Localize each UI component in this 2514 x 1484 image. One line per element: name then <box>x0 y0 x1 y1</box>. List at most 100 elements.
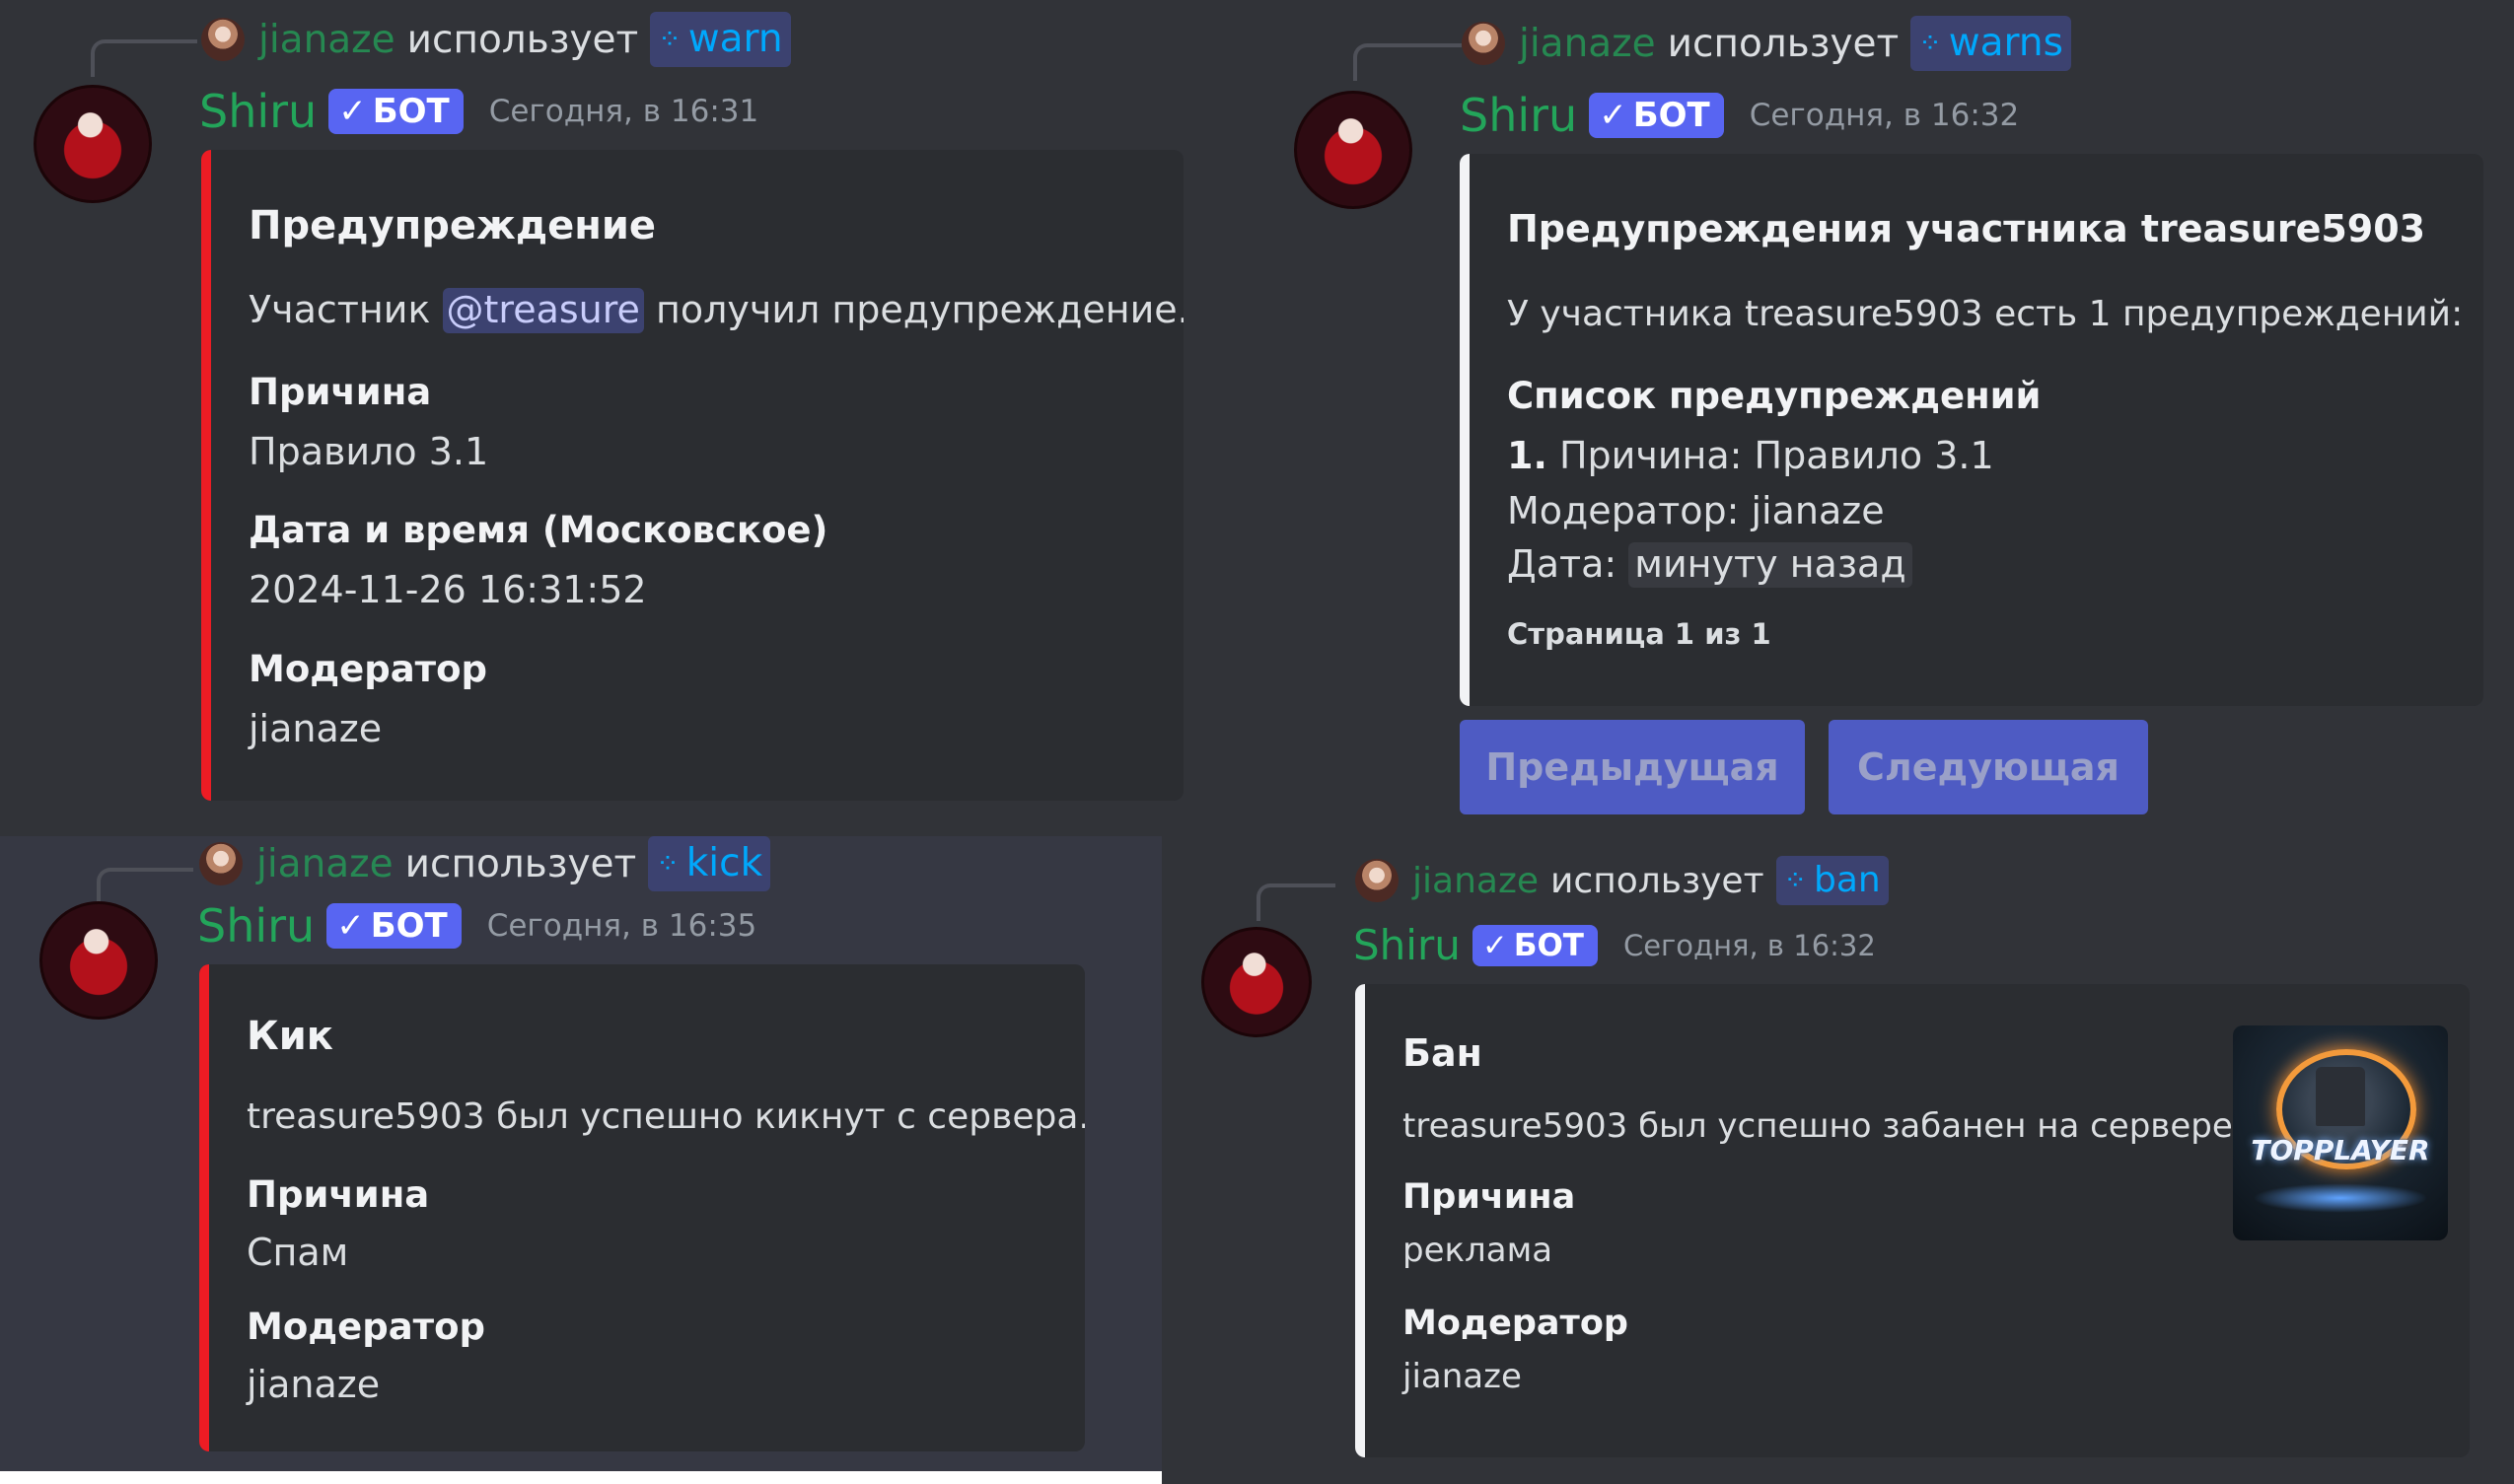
kick-embed: Кик treasure5903 был успешно кикнут с се… <box>199 964 1085 1451</box>
invoker-username[interactable]: jianaze <box>256 842 394 886</box>
field-name-moderator: Модератор <box>1402 1304 1628 1343</box>
bot-username[interactable]: Shiru <box>197 899 315 953</box>
command-name: warn <box>687 16 783 61</box>
command-chip[interactable]: ⁘ warns <box>1910 16 2071 71</box>
command-name: ban <box>1814 859 1881 900</box>
embed-description: treasure5903 был успешно кикнут с сервер… <box>247 1096 1085 1137</box>
invoker-avatar[interactable] <box>1355 859 1399 902</box>
slash-command-icon: ⁘ <box>1918 26 1942 59</box>
embed-footer: Страница 1 из 1 <box>1507 617 1771 651</box>
embed-thumbnail[interactable]: TOPPLAYER <box>2233 1025 2448 1240</box>
embed-color-bar <box>199 964 209 1451</box>
command-reply-header[interactable]: jianaze использует ⁘ warns <box>1462 16 2071 71</box>
description-suffix: получил предупреждение. <box>656 288 1184 331</box>
embed-title: Предупреждения участника treasure5903 <box>1507 207 2426 250</box>
previous-page-button[interactable]: Предыдущая <box>1460 720 1805 814</box>
warn-item-reason-text: Причина: Правило 3.1 <box>1558 434 1994 477</box>
verified-check-icon: ✓ <box>1481 927 1508 963</box>
bot-badge: ✓ БОТ <box>328 89 464 134</box>
uses-label: использует <box>404 841 637 886</box>
bot-username[interactable]: Shiru <box>199 85 317 138</box>
field-value-moderator: jianaze <box>249 707 383 750</box>
field-name-moderator: Модератор <box>249 648 488 690</box>
message-header: Shiru ✓ БОТ Сегодня, в 16:32 <box>1353 921 1876 969</box>
warn-item-date-label: Дата: <box>1507 542 1617 586</box>
bot-avatar[interactable] <box>34 85 152 203</box>
command-reply-header[interactable]: jianaze использует ⁘ ban <box>1355 856 1889 905</box>
bot-badge: ✓ БОТ <box>326 903 462 949</box>
invoker-avatar[interactable] <box>1462 22 1505 65</box>
bot-badge-label: БОТ <box>370 906 448 946</box>
warn-item-date-value[interactable]: минуту назад <box>1628 542 1912 588</box>
embed-color-bar <box>1355 984 1365 1457</box>
field-value-reason: реклама <box>1402 1231 1553 1270</box>
warns-list-title: Список предупреждений <box>1507 375 2042 417</box>
embed-description: treasure5903 был успешно забанен на серв… <box>1402 1106 2244 1146</box>
bot-username[interactable]: Shiru <box>1460 89 1577 142</box>
bot-badge: ✓ БОТ <box>1472 924 1598 966</box>
embed-color-bar <box>1460 154 1470 706</box>
command-chip[interactable]: ⁘ warn <box>650 12 791 67</box>
field-name-datetime: Дата и время (Московское) <box>249 509 828 551</box>
bot-badge-label: БОТ <box>1632 96 1710 135</box>
embed-color-bar <box>201 150 211 801</box>
reply-connector <box>97 868 193 905</box>
field-value-moderator: jianaze <box>247 1363 381 1406</box>
warn-item-reason: 1. Причина: Правило 3.1 <box>1507 434 1994 477</box>
slash-command-icon: ⁘ <box>656 846 680 880</box>
field-name-reason: Причина <box>247 1173 430 1216</box>
command-chip[interactable]: ⁘ ban <box>1775 856 1889 905</box>
command-name: warns <box>1948 20 2063 65</box>
ban-embed: Бан treasure5903 был успешно забанен на … <box>1355 984 2470 1457</box>
uses-label: использует <box>1550 860 1764 901</box>
warn-embed: Предупреждение Участник @treasure получи… <box>201 150 1184 801</box>
warn-item-number: 1. <box>1507 434 1547 477</box>
uses-label: использует <box>406 17 639 62</box>
verified-check-icon: ✓ <box>338 92 367 131</box>
command-reply-header[interactable]: jianaze использует ⁘ warn <box>201 12 791 67</box>
message-timestamp[interactable]: Сегодня, в 16:32 <box>1750 98 2020 133</box>
message-header: Shiru ✓ БОТ Сегодня, в 16:31 <box>199 85 758 138</box>
warn-item-date: Дата: минуту назад <box>1507 542 1912 588</box>
warns-message-panel: jianaze использует ⁘ warns Shiru ✓ БОТ Се… <box>1249 0 2514 836</box>
invoker-username[interactable]: jianaze <box>1412 861 1539 901</box>
slash-command-icon: ⁘ <box>1783 863 1808 896</box>
bot-avatar[interactable] <box>39 901 158 1020</box>
message-header: Shiru ✓ БОТ Сегодня, в 16:35 <box>197 899 756 953</box>
embed-title: Кик <box>247 1014 333 1059</box>
command-name: kick <box>685 840 763 885</box>
bot-badge-label: БОТ <box>372 92 450 131</box>
message-timestamp[interactable]: Сегодня, в 16:31 <box>489 94 759 129</box>
uses-label: использует <box>1667 21 1900 66</box>
thumbnail-logo-text: TOPPLAYER <box>2251 1134 2430 1166</box>
reply-connector <box>1257 883 1335 921</box>
message-header: Shiru ✓ БОТ Сегодня, в 16:32 <box>1460 89 2019 142</box>
field-value-reason: Спам <box>247 1231 349 1274</box>
command-chip[interactable]: ⁘ kick <box>648 836 771 891</box>
invoker-avatar[interactable] <box>199 842 243 885</box>
command-reply-header[interactable]: jianaze использует ⁘ kick <box>199 836 771 891</box>
user-mention[interactable]: @treasure <box>442 288 644 333</box>
thumbnail-figure <box>2316 1067 2365 1126</box>
invoker-avatar[interactable] <box>201 18 245 61</box>
field-value-datetime: 2024-11-26 16:31:52 <box>249 568 647 611</box>
slash-command-icon: ⁘ <box>658 22 682 55</box>
invoker-username[interactable]: jianaze <box>258 18 395 62</box>
warn-item-moderator: Модератор: jianaze <box>1507 489 1885 532</box>
field-value-moderator: jianaze <box>1402 1357 1522 1396</box>
field-name-reason: Причина <box>1402 1177 1576 1217</box>
bot-avatar[interactable] <box>1201 927 1312 1037</box>
invoker-username[interactable]: jianaze <box>1519 22 1656 66</box>
bot-username[interactable]: Shiru <box>1353 921 1461 969</box>
message-timestamp[interactable]: Сегодня, в 16:32 <box>1623 929 1876 962</box>
embed-title: Предупреждение <box>249 203 657 248</box>
kick-message-panel: jianaze использует ⁘ kick Shiru ✓ БОТ Сег… <box>0 836 1162 1471</box>
embed-description: У участника treasure5903 есть 1 предупре… <box>1507 294 2464 334</box>
ban-message-panel: jianaze использует ⁘ ban Shiru ✓ БОТ Сего… <box>1162 836 2514 1484</box>
thumbnail-glow <box>2253 1183 2428 1213</box>
message-timestamp[interactable]: Сегодня, в 16:35 <box>487 908 757 944</box>
next-page-button[interactable]: Следующая <box>1829 720 2148 814</box>
reply-connector <box>91 39 197 77</box>
bot-avatar[interactable] <box>1294 91 1412 209</box>
field-name-moderator: Модератор <box>247 1306 486 1348</box>
